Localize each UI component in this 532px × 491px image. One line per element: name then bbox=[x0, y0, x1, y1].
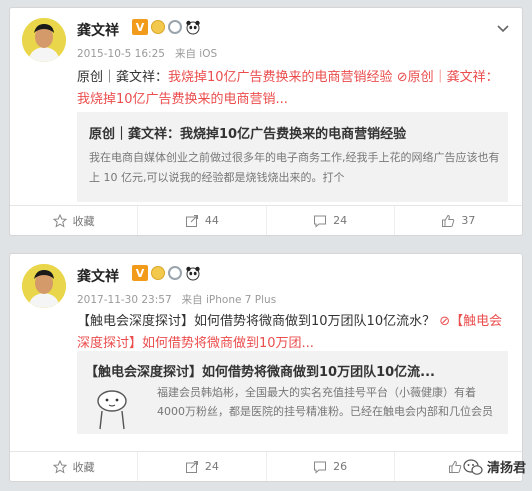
favorite-button[interactable]: 收藏 bbox=[10, 206, 139, 235]
ring-badge-icon bbox=[168, 20, 182, 34]
brand-signature: 清扬君 bbox=[463, 457, 526, 476]
favorite-button[interactable]: 收藏 bbox=[10, 452, 139, 481]
post-text: 原创｜龚文祥：我烧掉10亿广告费换来的电商营销经验 ⊘原创｜龚文祥：我烧掉10亿… bbox=[77, 67, 508, 111]
brand-name: 清扬君 bbox=[486, 461, 526, 476]
chevron-down-icon[interactable] bbox=[496, 24, 510, 34]
post-text-prefix: 原创｜龚文祥： bbox=[77, 70, 169, 85]
author-name[interactable]: 龚文祥 bbox=[77, 266, 119, 286]
like-icon bbox=[449, 460, 462, 473]
medal-icon bbox=[151, 266, 165, 280]
comment-icon bbox=[314, 215, 327, 228]
panda-icon bbox=[186, 266, 200, 281]
post-text: 【触电会深度探讨】如何借势将微商做到10万团队10亿流水？ ⊘【触电会深度探讨】… bbox=[77, 311, 508, 355]
weibo-post-2: 龚文祥 V 2017-11-30 23:57 来自 iPhone 7 Plus … bbox=[9, 253, 523, 482]
repost-icon bbox=[185, 214, 198, 227]
quoted-article-title: 【触电会深度探讨】如何借势将微商做到10万团队10亿流... bbox=[85, 365, 435, 380]
post-actions: 收藏 24 26 bbox=[10, 451, 522, 481]
like-button[interactable]: 37 bbox=[395, 206, 522, 235]
like-count: 37 bbox=[461, 214, 476, 227]
author-badges: V bbox=[132, 265, 201, 281]
favorite-label: 收藏 bbox=[72, 214, 95, 228]
weibo-post-1: 龚文祥 V 2015-10-5 16:25 来自 iOS 原创｜龚文祥：我烧掉1… bbox=[9, 7, 523, 236]
post-timestamp[interactable]: 2017-11-30 23:57 bbox=[77, 294, 172, 306]
post-actions: 收藏 44 24 37 bbox=[10, 205, 522, 235]
post-timestamp[interactable]: 2015-10-5 16:25 bbox=[77, 48, 165, 60]
favorite-label: 收藏 bbox=[72, 460, 95, 474]
post-meta: 2017-11-30 23:57 来自 iPhone 7 Plus bbox=[77, 292, 276, 307]
post-link-repeat-icon: ⊘ bbox=[439, 314, 451, 329]
article-thumbnail-icon bbox=[97, 390, 127, 430]
post-link-title[interactable]: 我烧掉10亿广告费换来的电商营销经验 bbox=[168, 70, 393, 85]
author-name[interactable]: 龚文祥 bbox=[77, 20, 119, 40]
ring-badge-icon bbox=[168, 266, 182, 280]
like-icon bbox=[442, 214, 455, 227]
avatar[interactable] bbox=[22, 18, 66, 62]
quoted-article-card[interactable]: 原创｜龚文祥：我烧掉10亿广告费换来的电商营销经验 我在电商自媒体创业之前做过很… bbox=[77, 112, 508, 202]
post-source: 来自 iPhone 7 Plus bbox=[181, 294, 277, 306]
post-text-main: 【触电会深度探讨】如何借势将微商做到10万团队10亿流水？ bbox=[77, 314, 436, 329]
post-link-repeat-icon: ⊘ bbox=[396, 70, 408, 85]
star-icon bbox=[52, 213, 67, 228]
panda-icon bbox=[186, 20, 200, 35]
quoted-article-summary: 我在电商自媒体创业之前做过很多年的电子商务工作,经我手上花的网络广告应该也有上 … bbox=[89, 151, 500, 184]
post-source: 来自 iOS bbox=[174, 48, 218, 60]
comment-count: 26 bbox=[333, 460, 348, 473]
repost-count: 44 bbox=[204, 214, 219, 227]
avatar[interactable] bbox=[22, 264, 66, 308]
star-icon bbox=[52, 459, 67, 474]
repost-button[interactable]: 24 bbox=[138, 452, 267, 481]
post-meta: 2015-10-5 16:25 来自 iOS bbox=[77, 46, 217, 61]
repost-count: 24 bbox=[204, 460, 219, 473]
comment-count: 24 bbox=[333, 214, 348, 227]
wechat-icon bbox=[463, 458, 483, 475]
v-badge-icon: V bbox=[132, 19, 148, 35]
quoted-article-summary: 福建会员韩焰彬，全国最大的实名充值挂号平台（小薇健康）有着4000万粉丝，都是医… bbox=[157, 386, 493, 418]
v-badge-icon: V bbox=[132, 265, 148, 281]
comment-icon bbox=[314, 461, 327, 474]
medal-icon bbox=[151, 20, 165, 34]
repost-button[interactable]: 44 bbox=[138, 206, 267, 235]
quoted-article-title: 原创｜龚文祥：我烧掉10亿广告费换来的电商营销经验 bbox=[89, 127, 407, 142]
comment-button[interactable]: 26 bbox=[267, 452, 395, 481]
quoted-article-card[interactable]: 【触电会深度探讨】如何借势将微商做到10万团队10亿流... 福建会员韩焰彬，全… bbox=[77, 351, 508, 434]
author-badges: V bbox=[132, 19, 201, 35]
avatar-image bbox=[22, 264, 66, 308]
comment-button[interactable]: 24 bbox=[267, 206, 395, 235]
avatar-image bbox=[22, 18, 66, 62]
repost-icon bbox=[185, 460, 198, 473]
